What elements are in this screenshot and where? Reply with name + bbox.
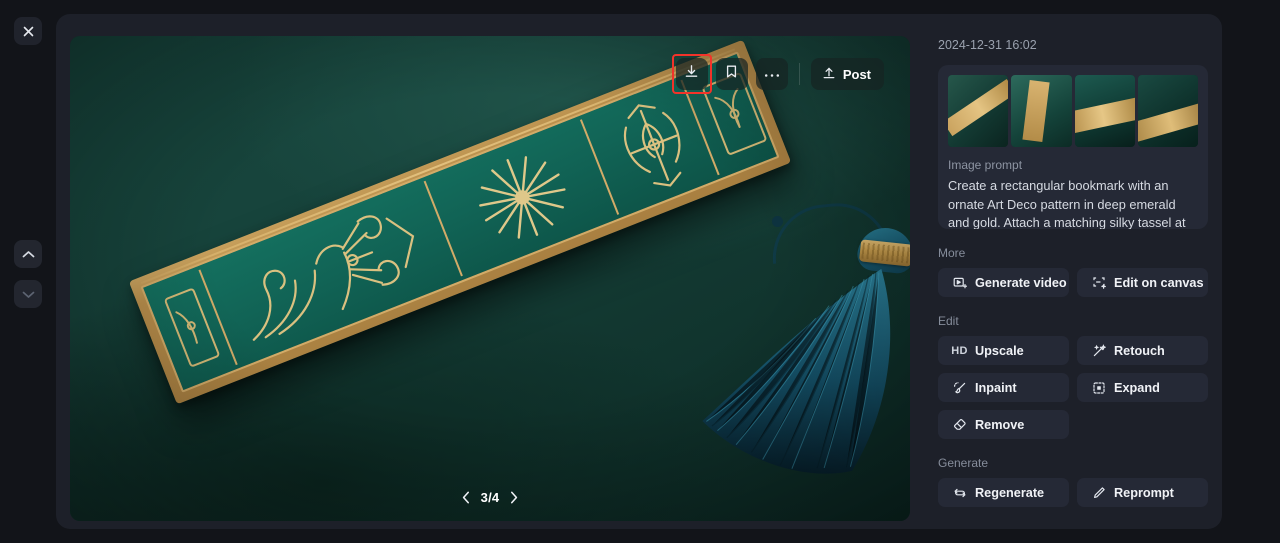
next-image-button[interactable] (14, 280, 42, 308)
retouch-label: Retouch (1114, 343, 1165, 358)
prompt-text: Create a rectangular bookmark with an or… (948, 178, 1186, 229)
regenerate-label: Regenerate (975, 485, 1045, 500)
eraser-icon (952, 418, 967, 432)
refresh-icon (952, 486, 967, 500)
image-stage[interactable]: Post 3/4 (70, 36, 910, 521)
more-actions: Generate video Edit on canvas (938, 268, 1208, 297)
upload-icon (822, 66, 836, 83)
retouch-button[interactable]: Retouch (1077, 336, 1208, 365)
inpaint-button[interactable]: Inpaint (938, 373, 1069, 402)
ellipsis-icon (764, 65, 780, 83)
inpaint-label: Inpaint (975, 380, 1017, 395)
prompt-card: Image prompt Create a rectangular bookma… (938, 65, 1208, 229)
prompt-label: Image prompt (948, 158, 1023, 172)
previous-image-button[interactable] (14, 240, 42, 268)
generate-video-button[interactable]: Generate video (938, 268, 1069, 297)
generate-video-label: Generate video (975, 275, 1067, 290)
bookmark-icon (724, 64, 739, 84)
more-options-button[interactable] (755, 58, 788, 90)
upscale-button[interactable]: HD Upscale (938, 336, 1069, 365)
remove-button[interactable]: Remove (938, 410, 1069, 439)
pencil-icon (1091, 486, 1106, 500)
post-button-label: Post (842, 66, 871, 82)
download-button[interactable] (675, 58, 708, 90)
post-button[interactable]: Post (810, 58, 884, 90)
pager-next-button[interactable] (510, 491, 518, 504)
upscale-label: Upscale (975, 343, 1024, 358)
video-frame-icon (952, 276, 967, 290)
hd-icon: HD (951, 344, 968, 357)
image-detail-view: Post 3/4 2024-12-31 16:02 Image prompt C… (0, 0, 1280, 543)
chevron-up-icon (22, 250, 35, 259)
bookmark-button[interactable] (715, 58, 748, 90)
thumbnail-strip (948, 75, 1198, 147)
expand-label: Expand (1114, 380, 1160, 395)
pager-label: 3/4 (480, 490, 500, 505)
generate-actions: Regenerate Reprompt (938, 478, 1208, 507)
magic-wand-icon (1091, 343, 1106, 358)
canvas-crop-icon (1091, 276, 1106, 290)
brush-icon (952, 381, 967, 395)
remove-label: Remove (975, 417, 1025, 432)
section-label-edit: Edit (938, 314, 959, 328)
close-button[interactable] (14, 17, 42, 45)
edit-actions: HD Upscale Retouch Inpaint Expand Remove (938, 336, 1208, 439)
expand-icon (1091, 381, 1106, 395)
timestamp: 2024-12-31 16:02 (938, 38, 1037, 52)
edit-on-canvas-label: Edit on canvas (1114, 275, 1204, 290)
regenerate-button[interactable]: Regenerate (938, 478, 1069, 507)
image-pager: 3/4 (70, 490, 910, 505)
detail-panel: Post 3/4 2024-12-31 16:02 Image prompt C… (56, 14, 1222, 529)
section-label-more: More (938, 246, 966, 260)
details-sidebar: 2024-12-31 16:02 Image prompt Create a r… (924, 14, 1222, 529)
pager-previous-button[interactable] (462, 491, 470, 504)
reprompt-button[interactable]: Reprompt (1077, 478, 1208, 507)
download-icon (684, 64, 699, 84)
image-toolbar: Post (671, 54, 884, 94)
expand-button[interactable]: Expand (1077, 373, 1208, 402)
left-rail (0, 0, 56, 543)
thumbnail-item[interactable] (1137, 75, 1198, 147)
section-label-generate: Generate (938, 456, 989, 470)
thumbnail-item[interactable] (948, 75, 1009, 147)
toolbar-divider (798, 63, 800, 85)
image-vignette (70, 36, 910, 521)
thumbnail-item[interactable] (1011, 75, 1072, 147)
reprompt-label: Reprompt (1114, 485, 1174, 500)
generated-image (70, 36, 910, 521)
close-icon (22, 25, 35, 38)
edit-on-canvas-button[interactable]: Edit on canvas (1077, 268, 1208, 297)
chevron-down-icon (22, 290, 35, 299)
thumbnail-item[interactable] (1074, 75, 1135, 147)
